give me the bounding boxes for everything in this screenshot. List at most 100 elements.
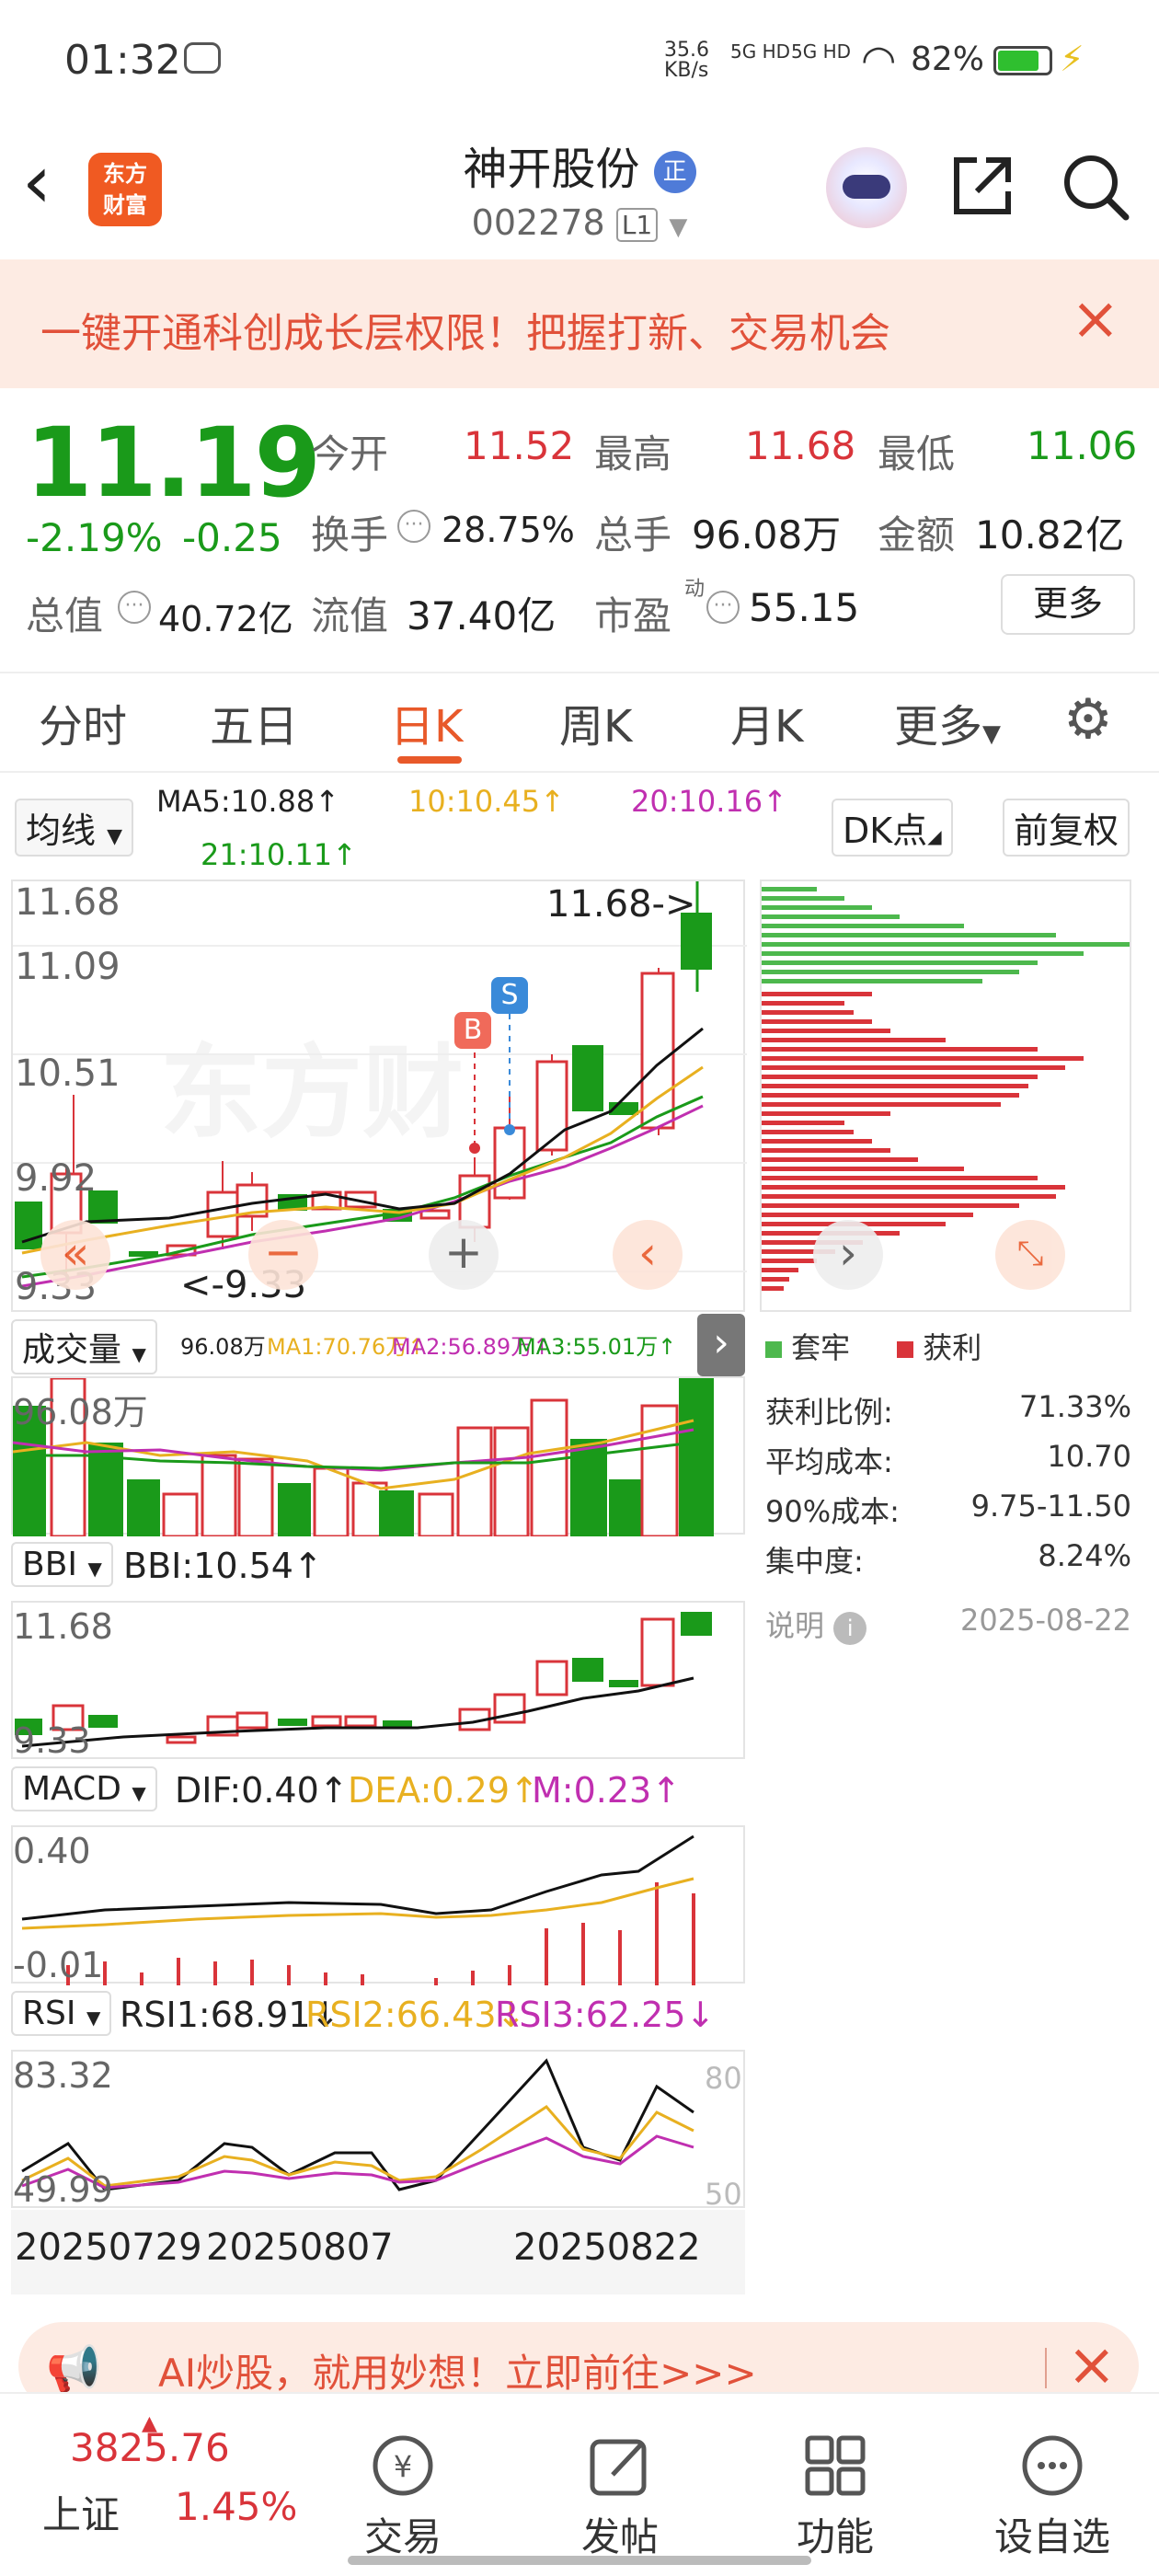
- tab-underline: [397, 756, 462, 764]
- level-badge: L1: [615, 208, 659, 242]
- wifi-icon: ◠: [861, 37, 897, 84]
- date-tick: 20250807: [206, 2226, 394, 2269]
- expand-icon[interactable]: ⤡: [995, 1220, 1065, 1290]
- y-tick-4: 9.92: [15, 1157, 98, 1200]
- macd-dea: DEA:0.29↑: [348, 1770, 539, 1811]
- rsi-chart: 83.32 49.99 80 50: [11, 2050, 745, 2212]
- zoom-out-icon[interactable]: −: [248, 1220, 318, 1290]
- search-icon[interactable]: [1060, 151, 1133, 224]
- tab-weekly-k[interactable]: 周K: [559, 690, 632, 754]
- volume-selector[interactable]: 成交量 ▼: [11, 1319, 157, 1374]
- bbi-y-top: 11.68: [13, 1606, 113, 1647]
- rsi-selector[interactable]: RSI ▼: [11, 1991, 112, 2036]
- charging-icon: ⚡: [1060, 39, 1084, 79]
- rsi-y-bottom: 49.99: [13, 2169, 113, 2210]
- bbi-selector[interactable]: BBI ▼: [11, 1542, 113, 1587]
- nav-add-watchlist[interactable]: 设自选: [988, 2431, 1117, 2562]
- info-icon[interactable]: ···: [397, 510, 430, 543]
- low-label: 最低: [878, 431, 956, 477]
- volume-ma3: MA3:55.01万↑: [517, 1334, 677, 1360]
- change-amount: -0.25: [182, 515, 282, 560]
- index-name[interactable]: 上证: [42, 2484, 120, 2540]
- pe-value: 55.15: [749, 585, 860, 630]
- info-icon[interactable]: ···: [118, 591, 151, 624]
- date-tick: 20250822: [513, 2226, 701, 2269]
- max-label: 11.68->: [546, 883, 696, 926]
- chip-next-icon[interactable]: ›: [813, 1220, 883, 1290]
- chip-stats: 获利比例: 71.33% 平均成本: 10.70 90%成本: 9.75-11.50 …: [765, 1389, 1131, 1588]
- float-label: 流值: [311, 593, 389, 638]
- adjust-button[interactable]: 前复权: [1003, 799, 1130, 857]
- more-button[interactable]: 更多: [1001, 574, 1135, 635]
- nav-post[interactable]: 发帖: [556, 2431, 684, 2562]
- close-icon[interactable]: ×: [1067, 2331, 1117, 2399]
- tab-five-day[interactable]: 五日: [210, 690, 298, 754]
- tab-daily-k[interactable]: 日K: [390, 690, 463, 754]
- high-value: 11.68: [745, 423, 856, 468]
- ma20-value: 20:10.16↑: [631, 784, 787, 819]
- high-label: 最高: [594, 431, 672, 477]
- close-icon[interactable]: ×: [1071, 285, 1120, 353]
- macd-chart: 0.40 -0.01: [11, 1825, 745, 1985]
- date-tick: 20250729: [15, 2226, 202, 2269]
- info-icon[interactable]: i: [833, 1612, 867, 1645]
- chip-legend: 套牢 获利: [765, 1325, 981, 1367]
- volume-chart: 96.08万: [11, 1376, 745, 1536]
- turnover-value: 28.75%: [442, 510, 575, 550]
- macd-m: M:0.23↑: [532, 1770, 682, 1811]
- tab-monthly-k[interactable]: 月K: [730, 690, 803, 754]
- chevron-down-icon: ▼: [669, 213, 688, 241]
- volume-label: 总手: [594, 512, 672, 558]
- amount-value: 10.82亿: [975, 512, 1125, 558]
- chip-distribution-chart[interactable]: › ⤡: [760, 880, 1131, 1312]
- nav-trade[interactable]: ¥ 交易: [339, 2431, 467, 2562]
- status-time: 01:32: [64, 37, 181, 84]
- bbi-value: BBI:10.54↑: [123, 1546, 323, 1586]
- y-tick-top: 11.68: [15, 881, 120, 924]
- chart-tabs: 分时 五日 日K 周K 月K 更多▼ ⚙: [0, 672, 1159, 773]
- amount-label: 金额: [878, 512, 956, 558]
- assistant-avatar[interactable]: [826, 147, 907, 228]
- sell-marker[interactable]: S: [491, 977, 528, 1014]
- rsi-y-top: 83.32: [13, 2055, 113, 2096]
- macd-selector[interactable]: MACD ▼: [11, 1766, 157, 1811]
- chip-date: 2025-08-22: [960, 1603, 1131, 1638]
- macd-y-bottom: -0.01: [13, 1945, 104, 1985]
- status-bar: 01:32 35.6 KB/s 5G HD 5G HD ◠ 82% ⚡: [0, 0, 1159, 120]
- ma10-value: 10:10.45↑: [408, 784, 565, 819]
- kline-chart[interactable]: 东方财 11.68 11.09 10.51 9.92 9.33 11.68-> …: [11, 880, 747, 1312]
- float-value: 37.40亿: [407, 593, 557, 638]
- macd-dif: DIF:0.40↑: [175, 1770, 349, 1811]
- scroll-left-far-icon[interactable]: «: [40, 1220, 110, 1290]
- nav-functions[interactable]: 功能: [771, 2431, 900, 2562]
- ma-selector[interactable]: 均线 ▼: [15, 799, 134, 857]
- chip-stat-row: 获利比例: 71.33%: [765, 1389, 1131, 1430]
- info-icon[interactable]: ···: [706, 591, 740, 624]
- mktcap-label: 总值: [26, 593, 104, 638]
- chip-stat-row: 平均成本: 10.70: [765, 1439, 1131, 1479]
- home-indicator: [348, 2556, 811, 2565]
- chip-note-label: 说明: [765, 1608, 825, 1643]
- bbi-chart: 11.68 9.33: [11, 1601, 745, 1761]
- chip-note-row[interactable]: 说明 i 2025-08-22: [765, 1603, 1131, 1645]
- svg-text:¥: ¥: [394, 2449, 412, 2484]
- tab-intraday[interactable]: 分时: [39, 690, 127, 754]
- current-price: 11.19: [26, 407, 321, 519]
- buy-marker[interactable]: B: [454, 1012, 491, 1049]
- turnover-label: 换手: [311, 512, 389, 558]
- settings-gear-icon[interactable]: ⚙: [1063, 692, 1113, 747]
- expand-right-icon[interactable]: ›: [697, 1314, 745, 1376]
- promo-banner[interactable]: 一键开通科创成长层权限！把握打新、交易机会 ×: [0, 259, 1159, 388]
- macd-y-top: 0.40: [13, 1831, 91, 1871]
- zoom-in-icon[interactable]: +: [429, 1220, 499, 1290]
- date-axis: 20250729 20250807 20250822: [11, 2210, 745, 2294]
- network-5g-1: 5G HD: [730, 40, 791, 63]
- ma5-value: MA5:10.88↑: [156, 784, 340, 819]
- share-icon[interactable]: [949, 153, 1016, 219]
- tab-more[interactable]: 更多▼: [894, 690, 1001, 754]
- dk-point-button[interactable]: DK点◢: [832, 799, 953, 857]
- chip-stat-row: 集中度: 8.24%: [765, 1538, 1131, 1579]
- rsi-ref-50: 50: [705, 2177, 742, 2212]
- scroll-left-icon[interactable]: ‹: [613, 1220, 683, 1290]
- volume-y-top: 96.08万: [13, 1392, 148, 1432]
